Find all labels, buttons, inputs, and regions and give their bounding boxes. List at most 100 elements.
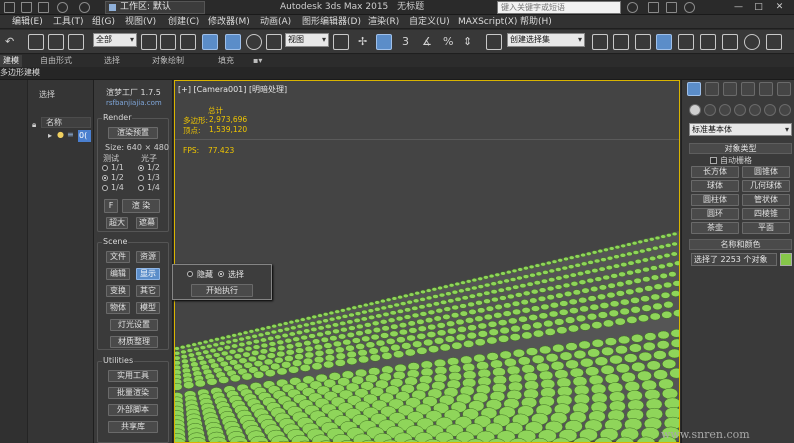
test-radio-1[interactable]: [102, 165, 108, 171]
motion-tab-icon[interactable]: [741, 82, 755, 96]
external-script-button[interactable]: 外部脚本: [108, 404, 158, 416]
scene-file-button[interactable]: 文件: [106, 251, 130, 263]
geosphere-button[interactable]: 几何球体: [742, 180, 790, 192]
camera-viewport[interactable]: [+] [Camera001] [明暗处理] 总计 多边形: 2,973,696…: [174, 80, 680, 443]
ribbon-options-icon[interactable]: ▪▾: [253, 55, 262, 67]
pivot-center-icon[interactable]: [333, 34, 349, 50]
shared-library-button[interactable]: 共享库: [108, 421, 158, 433]
scene-assets-button[interactable]: 资源: [136, 251, 160, 263]
edit-named-selections-icon[interactable]: [486, 34, 502, 50]
utilities-tab-icon[interactable]: [777, 82, 791, 96]
cylinder-button[interactable]: 圆柱体: [691, 194, 739, 206]
menu-create[interactable]: 创建(C): [168, 15, 199, 29]
explorer-select-label[interactable]: 选择: [39, 89, 55, 100]
render-preset-button[interactable]: 渲染预置: [108, 127, 158, 139]
align-icon[interactable]: [613, 34, 629, 50]
info-icon[interactable]: [684, 2, 695, 13]
select-by-name-icon[interactable]: [160, 34, 176, 50]
photon-radio-2[interactable]: [138, 175, 144, 181]
save-icon[interactable]: [38, 2, 49, 13]
menu-animation[interactable]: 动画(A): [260, 15, 291, 29]
layer-icon[interactable]: ≡: [67, 130, 74, 139]
workspace-selector[interactable]: 工作区: 默认: [105, 1, 205, 14]
unlink-icon[interactable]: [48, 34, 64, 50]
tube-button[interactable]: 管状体: [742, 194, 790, 206]
light-settings-button[interactable]: 灯光设置: [110, 319, 158, 331]
open-file-icon[interactable]: [21, 2, 32, 13]
toggle-scene-explorer-icon[interactable]: [656, 34, 672, 50]
modify-tab-icon[interactable]: [705, 82, 719, 96]
teapot-button[interactable]: 茶壶: [691, 222, 739, 234]
menu-help[interactable]: 帮助(H): [520, 15, 552, 29]
keyboard-shortcut-override-icon[interactable]: [376, 34, 392, 50]
overscan-button[interactable]: 超大: [106, 217, 128, 229]
new-file-icon[interactable]: [4, 2, 15, 13]
window-crossing-icon[interactable]: [202, 34, 218, 50]
menu-graph-editors[interactable]: 图形编辑器(D): [302, 15, 361, 29]
object-color-swatch[interactable]: [780, 253, 792, 266]
photon-radio-1[interactable]: [138, 165, 144, 171]
geometry-icon[interactable]: [689, 104, 701, 116]
select-manipulate-icon[interactable]: ✢: [358, 35, 367, 49]
ribbon-tab-object-paint[interactable]: 对象绘制: [152, 55, 184, 67]
scene-transform-button[interactable]: 变换: [106, 285, 130, 297]
scene-edit-button[interactable]: 编辑: [106, 268, 130, 280]
cameras-icon[interactable]: [734, 104, 746, 116]
redo-icon[interactable]: [79, 2, 90, 13]
search-icon[interactable]: [627, 2, 638, 13]
torus-button[interactable]: 圆环: [691, 208, 739, 220]
selection-filter-dropdown[interactable]: 全部: [93, 33, 137, 47]
menu-modifiers[interactable]: 修改器(M): [208, 15, 250, 29]
graphite-toolbar-icon[interactable]: [678, 34, 694, 50]
photon-radio-3[interactable]: [138, 185, 144, 191]
spinner-snap-icon[interactable]: ⇕: [463, 35, 472, 49]
box-button[interactable]: 长方体: [691, 166, 739, 178]
display-tab-icon[interactable]: [759, 82, 773, 96]
maximize-button[interactable]: □: [752, 1, 765, 14]
plugin-website-link[interactable]: rsfbanjiajia.com: [106, 99, 162, 107]
material-editor-icon[interactable]: [744, 34, 760, 50]
ribbon-subtab-polygon-modeling[interactable]: 多边形建模: [0, 67, 40, 79]
render-button[interactable]: 渲 染: [122, 199, 160, 213]
execute-button[interactable]: 开始执行: [191, 284, 253, 297]
rotate-icon[interactable]: [246, 34, 262, 50]
light-bulb-icon[interactable]: ●: [57, 130, 64, 139]
hierarchy-tab-icon[interactable]: [723, 82, 737, 96]
expand-arrow-icon[interactable]: ▸: [48, 131, 52, 140]
batch-render-button[interactable]: 批量渲染: [108, 387, 158, 399]
select-radio[interactable]: [218, 271, 224, 277]
menu-view[interactable]: 视图(V): [125, 15, 156, 29]
ribbon-tab-selection[interactable]: 选择: [104, 55, 120, 67]
ribbon-tab-modeling[interactable]: 建模: [0, 55, 22, 67]
plane-button[interactable]: 平面: [742, 222, 790, 234]
scene-model-button[interactable]: 模型: [136, 302, 160, 314]
undo-arrow-icon[interactable]: ↶: [5, 35, 14, 49]
menu-group[interactable]: 组(G): [92, 15, 115, 29]
percent-snap-icon[interactable]: %: [443, 35, 453, 49]
ribbon-tab-freeform[interactable]: 自由形式: [40, 55, 72, 67]
rectangle-selection-icon[interactable]: [180, 34, 196, 50]
mirror-icon[interactable]: [592, 34, 608, 50]
select-object-icon[interactable]: [141, 34, 157, 50]
scale-icon[interactable]: [266, 34, 282, 50]
mask-button[interactable]: 遮幕: [136, 217, 158, 229]
name-color-rollout[interactable]: 名称和颜色: [689, 239, 792, 250]
lock-icon[interactable]: 🔒︎: [32, 120, 36, 130]
autogrid-checkbox[interactable]: [710, 157, 717, 164]
object-type-rollout[interactable]: 对象类型: [689, 143, 792, 154]
move-icon[interactable]: [225, 34, 241, 50]
reference-coordinate-dropdown[interactable]: 视图: [285, 33, 329, 47]
viewport-label[interactable]: [+] [Camera001] [明暗处理]: [178, 84, 287, 95]
explorer-name-column-header[interactable]: 名称: [41, 117, 91, 128]
object-name-field[interactable]: 选择了 2253 个对象: [691, 253, 777, 266]
schematic-view-icon[interactable]: [722, 34, 738, 50]
ribbon-tab-populate[interactable]: 填充: [218, 55, 234, 67]
star-icon[interactable]: [666, 2, 677, 13]
cone-button[interactable]: 圆锥体: [742, 166, 790, 178]
systems-icon[interactable]: [779, 104, 791, 116]
helpers-icon[interactable]: [749, 104, 761, 116]
f-button[interactable]: F: [104, 199, 118, 213]
menu-rendering[interactable]: 渲染(R): [368, 15, 399, 29]
undo-icon[interactable]: [57, 2, 68, 13]
help-icon[interactable]: [648, 2, 659, 13]
